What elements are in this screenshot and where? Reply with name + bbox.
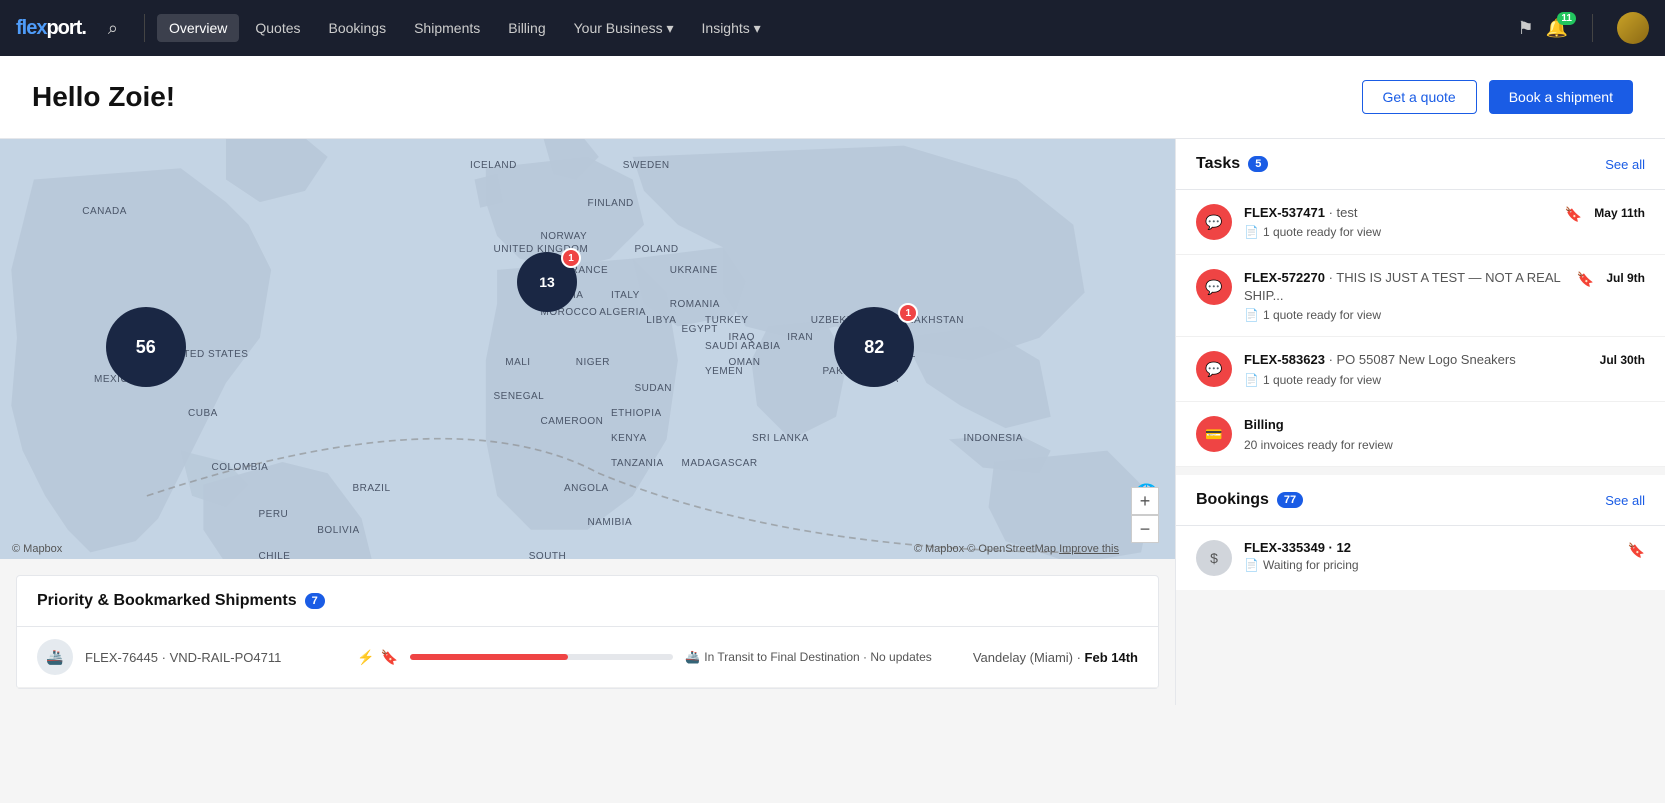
- progress-bar-fill: [410, 654, 568, 660]
- zoom-out-button[interactable]: −: [1131, 515, 1159, 543]
- bookings-section: Bookings 77 See all $ FLEX-335349 · 12 📄…: [1176, 467, 1665, 590]
- tasks-section: Tasks 5 See all 💬 FLEX-537471 · test 📄 1…: [1176, 139, 1665, 467]
- task-2-sub: 📄 1 quote ready for view: [1244, 308, 1565, 322]
- page-header: Hello Zoie! Get a quote Book a shipment: [0, 56, 1665, 139]
- nav-item-billing[interactable]: Billing: [496, 14, 557, 42]
- logo[interactable]: flexport.: [16, 17, 86, 40]
- nav-item-bookings[interactable]: Bookings: [317, 14, 399, 42]
- booking-1-bookmark[interactable]: 🔖: [1628, 542, 1645, 559]
- task-2-content: FLEX-572270 · THIS IS JUST A TEST — NOT …: [1244, 269, 1565, 322]
- nav-items: Overview Quotes Bookings Shipments Billi…: [157, 14, 1517, 43]
- nav-divider: [144, 14, 145, 42]
- navbar: flexport. ⌕ Overview Quotes Bookings Shi…: [0, 0, 1665, 56]
- left-column: CANADA MEXICO UNITED STATES CUBA COLOMBI…: [0, 139, 1175, 705]
- nav-item-your-business[interactable]: Your Business ▾: [562, 14, 686, 43]
- booking-1-avatar: $: [1196, 540, 1232, 576]
- booking-item-1: $ FLEX-335349 · 12 📄 Waiting for pricing…: [1176, 526, 1665, 590]
- task-item-1: 💬 FLEX-537471 · test 📄 1 quote ready for…: [1176, 190, 1665, 255]
- zoom-in-button[interactable]: +: [1131, 487, 1159, 515]
- improve-map-link[interactable]: Improve this: [1059, 543, 1119, 555]
- nav-item-shipments[interactable]: Shipments: [402, 14, 492, 42]
- header-actions: Get a quote Book a shipment: [1362, 80, 1633, 114]
- task-2-date: Jul 9th: [1606, 269, 1645, 285]
- mapbox-logo: © Mapbox: [12, 543, 62, 555]
- task-2-title: FLEX-572270 · THIS IS JUST A TEST — NOT …: [1244, 269, 1565, 305]
- priority-title: Priority & Bookmarked Shipments: [37, 592, 297, 610]
- task-3-title: FLEX-583623 · PO 55087 New Logo Sneakers: [1244, 351, 1558, 369]
- progress-bar-bg: [410, 654, 673, 660]
- nav-right: ⚑ 🔔 11: [1517, 12, 1649, 44]
- shipment-destination: Vandelay (Miami) · Feb 14th: [973, 650, 1138, 665]
- notification-badge: 11: [1557, 12, 1576, 25]
- user-avatar[interactable]: [1617, 12, 1649, 44]
- task-1-content: FLEX-537471 · test 📄 1 quote ready for v…: [1244, 204, 1553, 239]
- booking-1-content: FLEX-335349 · 12 📄 Waiting for pricing: [1244, 540, 1616, 572]
- cluster-americas[interactable]: 56: [106, 307, 186, 387]
- search-icon[interactable]: ⌕: [102, 12, 124, 45]
- shipment-actions: ⚡ 🔖: [357, 649, 398, 666]
- map-attribution: © Mapbox © OpenStreetMap Improve this: [914, 543, 1119, 555]
- task-2-avatar: 💬: [1196, 269, 1232, 305]
- book-shipment-button[interactable]: Book a shipment: [1489, 80, 1633, 114]
- notification-icon[interactable]: 🔔 11: [1546, 18, 1568, 39]
- task-3-sub: 📄 1 quote ready for view: [1244, 373, 1558, 387]
- booking-1-title: FLEX-335349 · 12: [1244, 540, 1616, 555]
- task-3-content: FLEX-583623 · PO 55087 New Logo Sneakers…: [1244, 351, 1558, 386]
- task-item-3: 💬 FLEX-583623 · PO 55087 New Logo Sneake…: [1176, 337, 1665, 402]
- nav-item-quotes[interactable]: Quotes: [243, 14, 312, 42]
- right-column: Tasks 5 See all 💬 FLEX-537471 · test 📄 1…: [1175, 139, 1665, 705]
- nav-item-overview[interactable]: Overview: [157, 14, 239, 42]
- billing-sub: 20 invoices ready for review: [1244, 438, 1645, 452]
- priority-shipments-section: Priority & Bookmarked Shipments 7 🚢 FLEX…: [16, 575, 1159, 689]
- bookings-header: Bookings 77 See all: [1176, 475, 1665, 526]
- tasks-see-all[interactable]: See all: [1605, 157, 1645, 172]
- flag-icon[interactable]: ⚑: [1517, 18, 1533, 39]
- task-2-bookmark[interactable]: 🔖: [1577, 271, 1594, 288]
- shipment-mode-icon: 🚢: [37, 639, 73, 675]
- page-title: Hello Zoie!: [32, 81, 175, 113]
- task-1-avatar: 💬: [1196, 204, 1232, 240]
- task-1-sub: 📄 1 quote ready for view: [1244, 225, 1553, 239]
- tasks-badge: 5: [1248, 156, 1268, 172]
- billing-content: Billing 20 invoices ready for review: [1244, 416, 1645, 451]
- task-3-date: Jul 30th: [1600, 351, 1645, 367]
- booking-1-sub: 📄 Waiting for pricing: [1244, 558, 1616, 572]
- priority-header: Priority & Bookmarked Shipments 7: [17, 576, 1158, 627]
- main-content: CANADA MEXICO UNITED STATES CUBA COLOMBI…: [0, 139, 1665, 705]
- avatar-image: [1617, 12, 1649, 44]
- billing-avatar: 💳: [1196, 416, 1232, 452]
- shipment-info: FLEX-76445 · VND-RAIL-PO4711: [85, 650, 345, 665]
- world-map: CANADA MEXICO UNITED STATES CUBA COLOMBI…: [0, 139, 1175, 559]
- task-3-avatar: 💬: [1196, 351, 1232, 387]
- shipment-status: 🚢 In Transit to Final Destination · No u…: [685, 650, 948, 664]
- bookings-badge: 77: [1277, 492, 1303, 508]
- lightning-icon[interactable]: ⚡: [357, 649, 374, 666]
- get-quote-button[interactable]: Get a quote: [1362, 80, 1477, 114]
- progress-container: [410, 654, 673, 660]
- shipment-row: 🚢 FLEX-76445 · VND-RAIL-PO4711 ⚡ 🔖: [17, 627, 1158, 688]
- nav-right-divider: [1592, 14, 1593, 42]
- bookmark-icon[interactable]: 🔖: [380, 649, 397, 666]
- bookings-title: Bookings: [1196, 491, 1269, 509]
- task-item-billing: 💳 Billing 20 invoices ready for review: [1176, 402, 1665, 467]
- shipment-id: FLEX-76445 · VND-RAIL-PO4711: [85, 650, 345, 665]
- tasks-header: Tasks 5 See all: [1176, 139, 1665, 190]
- task-1-date: May 11th: [1594, 204, 1645, 220]
- shipment-destination-info: Vandelay (Miami) · Feb 14th: [973, 650, 1138, 665]
- billing-title: Billing: [1244, 416, 1645, 434]
- map-zoom-controls: + −: [1131, 487, 1159, 543]
- priority-badge: 7: [305, 593, 325, 609]
- map-background: CANADA MEXICO UNITED STATES CUBA COLOMBI…: [0, 139, 1175, 559]
- task-item-2: 💬 FLEX-572270 · THIS IS JUST A TEST — NO…: [1176, 255, 1665, 337]
- task-1-title: FLEX-537471 · test: [1244, 204, 1553, 222]
- cluster-europe[interactable]: 13 1: [517, 252, 577, 312]
- nav-item-insights[interactable]: Insights ▾: [690, 14, 773, 43]
- bookings-see-all[interactable]: See all: [1605, 493, 1645, 508]
- tasks-title: Tasks: [1196, 155, 1240, 173]
- cluster-asia[interactable]: 82 1: [834, 307, 914, 387]
- task-1-bookmark[interactable]: 🔖: [1565, 206, 1582, 223]
